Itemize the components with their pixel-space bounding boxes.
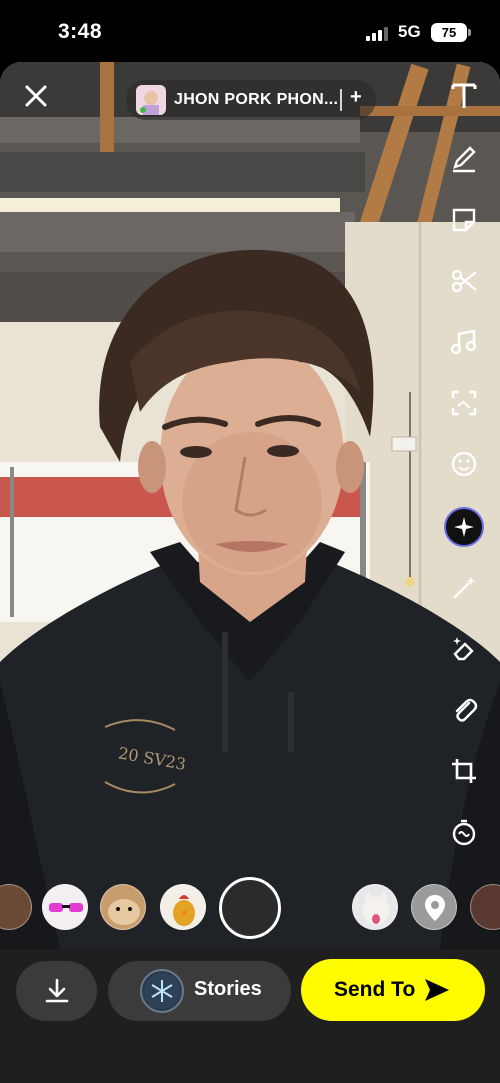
lens-location[interactable] bbox=[411, 884, 457, 930]
text-tool-button[interactable] bbox=[446, 78, 482, 114]
magic-wand-tool-button[interactable] bbox=[446, 570, 482, 606]
selfie-photo: 20 SV23 bbox=[0, 62, 500, 949]
draw-tool-icon bbox=[453, 146, 476, 173]
attachment-tool-icon bbox=[455, 698, 478, 722]
battery-indicator: 75 bbox=[431, 23, 467, 42]
ai-sparkle-tool-icon bbox=[454, 517, 474, 537]
crop-tool-button[interactable] bbox=[446, 753, 482, 789]
cat-icon bbox=[363, 891, 389, 925]
timer-tool-icon bbox=[452, 819, 476, 846]
crop-tool-icon bbox=[452, 759, 476, 783]
magic-wand-tool-icon bbox=[453, 576, 476, 599]
add-recipient-button[interactable]: + bbox=[350, 86, 362, 109]
scan-tool-icon bbox=[451, 390, 477, 416]
location-pin-icon bbox=[425, 895, 445, 921]
emoji-tool-icon bbox=[451, 451, 477, 477]
sunglasses-icon bbox=[49, 903, 83, 912]
snowflake-avatar-icon bbox=[144, 973, 180, 1009]
save-download-button[interactable] bbox=[16, 961, 97, 1021]
cellular-signal-icon bbox=[366, 25, 392, 41]
scissors-tool-button[interactable] bbox=[446, 263, 482, 299]
send-to-button[interactable]: Send To bbox=[301, 959, 485, 1021]
download-icon bbox=[45, 978, 68, 1003]
camera-preview[interactable]: 20 SV23 bbox=[0, 62, 500, 949]
emoji-tool-button[interactable] bbox=[446, 446, 482, 482]
music-tool-button[interactable] bbox=[446, 324, 482, 360]
scissors-tool-icon bbox=[451, 269, 477, 293]
eraser-tool-icon bbox=[453, 637, 474, 661]
attachment-tool-button[interactable] bbox=[446, 692, 482, 728]
send-to-label: Send To bbox=[334, 978, 416, 1001]
recipient-pill[interactable]: JHON PORK PHON... + bbox=[126, 80, 376, 120]
hamster-icon bbox=[108, 899, 140, 925]
scan-tool-button[interactable] bbox=[446, 385, 482, 421]
lens-cat[interactable] bbox=[352, 884, 398, 930]
send-arrow-icon bbox=[425, 979, 449, 1001]
recipient-name: JHON PORK PHON... bbox=[174, 91, 339, 108]
recipient-avatar bbox=[136, 85, 166, 115]
status-bar: 3:48 5G 75 bbox=[0, 0, 500, 62]
pill-divider bbox=[340, 89, 342, 111]
eraser-tool-button[interactable] bbox=[446, 631, 482, 667]
stories-label: Stories bbox=[194, 978, 262, 1000]
lens-chicken[interactable] bbox=[160, 884, 206, 930]
stories-avatar bbox=[140, 969, 184, 1013]
text-tool-icon bbox=[451, 83, 477, 108]
chicken-icon bbox=[173, 895, 195, 926]
battery-nub bbox=[468, 29, 471, 36]
music-tool-icon bbox=[450, 329, 477, 355]
close-icon bbox=[25, 85, 47, 107]
close-button[interactable] bbox=[20, 80, 52, 112]
bottom-action-bar: Stories Send To bbox=[0, 949, 500, 1083]
ai-sparkle-tool-glyph bbox=[446, 509, 482, 545]
sticker-tool-icon bbox=[452, 208, 476, 232]
capture-button[interactable] bbox=[219, 877, 281, 939]
draw-tool-button[interactable] bbox=[446, 140, 482, 176]
recipient-bitmoji-icon bbox=[140, 91, 159, 115]
stories-button[interactable]: Stories bbox=[108, 961, 291, 1021]
status-time: 3:48 bbox=[58, 20, 103, 43]
sticker-tool-button[interactable] bbox=[446, 202, 482, 238]
lens-hamster[interactable] bbox=[100, 884, 146, 930]
network-type: 5G bbox=[398, 22, 421, 41]
lens-pink-sunglasses[interactable] bbox=[42, 884, 88, 930]
timer-tool-button[interactable] bbox=[446, 814, 482, 850]
